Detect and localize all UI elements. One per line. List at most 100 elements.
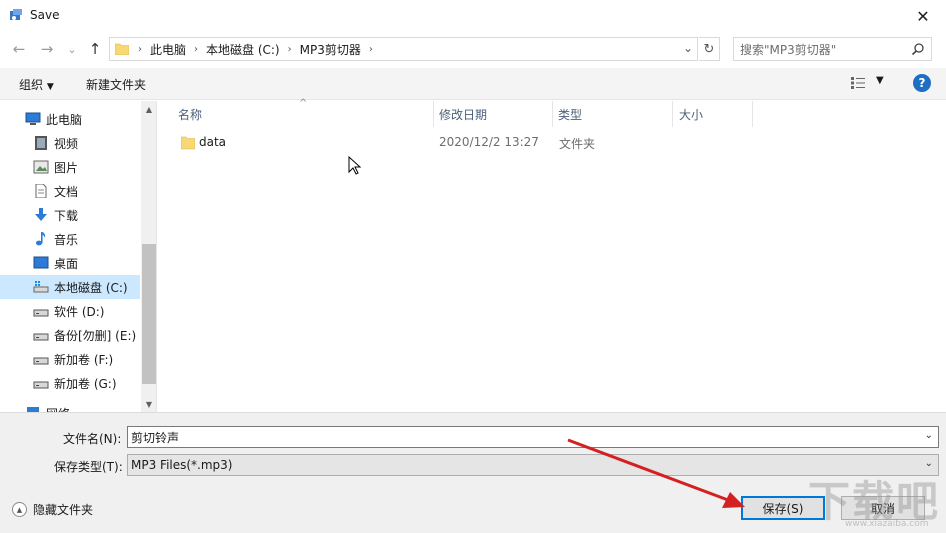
sidebar-item-label: 本地磁盘 (C:) bbox=[54, 280, 128, 295]
file-modified: 2020/12/2 13:27 bbox=[439, 135, 539, 149]
save-label: 保存(S) bbox=[762, 501, 804, 516]
video-icon bbox=[35, 136, 47, 150]
sidebar-item-drive-g[interactable]: 新加卷 (G:) bbox=[0, 371, 140, 395]
sidebar-item-pictures[interactable]: 图片 bbox=[0, 155, 140, 179]
window-title: Save bbox=[30, 8, 60, 22]
recent-locations-button[interactable]: ⌄ bbox=[61, 38, 83, 60]
chevron-down-icon: ⌄ bbox=[67, 42, 77, 56]
sidebar-item-label: 软件 (D:) bbox=[54, 304, 105, 319]
download-icon bbox=[35, 208, 47, 221]
mouse-cursor-icon bbox=[348, 156, 362, 175]
chevron-right-icon: › bbox=[287, 43, 292, 55]
refresh-icon: ↻ bbox=[703, 41, 715, 57]
drive-icon bbox=[33, 357, 49, 365]
navigation-pane: 此电脑 视频 图片 文档 下载 音乐 桌面 本地磁盘 (C:) 软件 (D:) … bbox=[0, 101, 157, 412]
breadcrumb-local-disk[interactable]: 本地磁盘 (C:) bbox=[201, 41, 285, 58]
up-arrow-icon: ↑ bbox=[88, 40, 102, 58]
close-button[interactable]: ✕ bbox=[900, 0, 946, 32]
sidebar-item-label: 网络 bbox=[46, 405, 70, 413]
desktop-icon bbox=[33, 256, 49, 269]
search-icon bbox=[911, 43, 924, 56]
file-type: 文件夹 bbox=[559, 137, 596, 151]
drive-icon bbox=[33, 333, 49, 341]
address-bar[interactable]: › 此电脑 › 本地磁盘 (C:) › MP3剪切器 › ⌄ bbox=[109, 37, 698, 61]
chevron-down-icon: ▼ bbox=[46, 82, 54, 92]
search-placeholder: 搜索"MP3剪切器" bbox=[740, 42, 837, 57]
search-input[interactable]: 搜索"MP3剪切器" bbox=[733, 37, 932, 61]
organize-label: 组织 bbox=[19, 78, 44, 92]
file-name: data bbox=[199, 135, 227, 149]
sidebar-item-this-pc[interactable]: 此电脑 bbox=[0, 107, 140, 131]
documents-icon bbox=[35, 184, 47, 198]
app-icon bbox=[10, 9, 22, 20]
title-bar: Save ✕ bbox=[0, 0, 946, 32]
close-icon: ✕ bbox=[916, 6, 930, 26]
navigation-scrollbar[interactable]: ▲ ▼ bbox=[141, 101, 156, 412]
pictures-icon bbox=[33, 160, 49, 174]
view-dropdown-icon[interactable]: ▼ bbox=[876, 75, 884, 86]
sidebar-item-network[interactable]: 网络 bbox=[0, 401, 140, 412]
up-button[interactable]: ↑ bbox=[84, 38, 106, 60]
view-mode-icon[interactable] bbox=[851, 77, 865, 89]
back-button[interactable]: ← bbox=[8, 38, 30, 60]
sidebar-item-label: 新加卷 (G:) bbox=[54, 376, 117, 391]
sidebar-item-desktop[interactable]: 桌面 bbox=[0, 251, 140, 275]
column-label: 名称 bbox=[178, 107, 203, 122]
chevron-right-icon: › bbox=[194, 43, 199, 55]
scroll-up-icon[interactable]: ▲ bbox=[141, 101, 156, 117]
sidebar-item-local-disk-c[interactable]: 本地磁盘 (C:) bbox=[0, 275, 140, 299]
computer-icon bbox=[25, 112, 41, 125]
sidebar-item-documents[interactable]: 文档 bbox=[0, 179, 140, 203]
sidebar-item-label: 图片 bbox=[54, 160, 79, 175]
sidebar-item-label: 新加卷 (F:) bbox=[54, 352, 114, 367]
column-header-modified[interactable]: 修改日期 bbox=[434, 101, 553, 127]
chevron-down-icon[interactable]: ⌄ bbox=[925, 430, 933, 441]
filetype-value: MP3 Files(*.mp3) bbox=[131, 458, 233, 472]
chevron-up-icon: ▲ bbox=[12, 502, 27, 517]
save-form: 文件名(N): 剪切铃声 ⌄ 保存类型(T): MP3 Files(*.mp3)… bbox=[0, 412, 946, 533]
back-arrow-icon: ← bbox=[12, 40, 26, 58]
file-row[interactable]: data 2020/12/2 13:27 文件夹 bbox=[158, 132, 946, 154]
file-list: ^ 名称 修改日期 类型 大小 data 2020/12/2 13:27 文件夹 bbox=[158, 98, 946, 412]
command-bar: 组织 ▼ 新建文件夹 ▼ ? bbox=[0, 68, 946, 100]
new-folder-button[interactable]: 新建文件夹 bbox=[86, 76, 146, 93]
sidebar-item-music[interactable]: 音乐 bbox=[0, 227, 140, 251]
chevron-right-icon: › bbox=[368, 43, 373, 55]
folder-icon bbox=[181, 136, 195, 150]
sidebar-item-label: 视频 bbox=[54, 136, 79, 151]
watermark-url: www.xiazaiba.com bbox=[845, 519, 929, 529]
help-icon: ? bbox=[918, 76, 926, 90]
refresh-button[interactable]: ↻ bbox=[699, 37, 720, 61]
column-header-size[interactable]: 大小 bbox=[673, 101, 753, 127]
sidebar-item-label: 桌面 bbox=[54, 256, 79, 271]
music-icon bbox=[36, 232, 46, 246]
breadcrumb-mp3-cutter[interactable]: MP3剪切器 bbox=[295, 41, 366, 58]
column-header-type[interactable]: 类型 bbox=[553, 101, 673, 127]
address-dropdown-icon[interactable]: ⌄ bbox=[683, 41, 693, 55]
filename-value: 剪切铃声 bbox=[131, 430, 180, 445]
sidebar-item-drive-d[interactable]: 软件 (D:) bbox=[0, 299, 140, 323]
hide-folders-label: 隐藏文件夹 bbox=[33, 503, 94, 517]
filetype-label: 保存类型(T): bbox=[54, 460, 123, 474]
breadcrumb-this-pc[interactable]: 此电脑 bbox=[145, 41, 191, 58]
sidebar-item-downloads[interactable]: 下载 bbox=[0, 203, 140, 227]
scrollbar-thumb[interactable] bbox=[142, 244, 156, 384]
sidebar-item-drive-e[interactable]: 备份[勿删] (E:) bbox=[0, 323, 140, 347]
sidebar-item-videos[interactable]: 视频 bbox=[0, 131, 140, 155]
hide-folders-toggle[interactable]: ▲ 隐藏文件夹 bbox=[12, 501, 93, 518]
help-button[interactable]: ? bbox=[913, 74, 931, 92]
filename-label: 文件名(N): bbox=[63, 432, 122, 446]
filename-input[interactable]: 剪切铃声 ⌄ bbox=[127, 426, 939, 448]
sidebar-item-label: 音乐 bbox=[54, 232, 79, 247]
column-header-name[interactable]: 名称 bbox=[158, 101, 434, 127]
folder-icon bbox=[115, 43, 129, 55]
organize-button[interactable]: 组织 ▼ bbox=[19, 76, 54, 93]
forward-button[interactable]: → bbox=[36, 38, 58, 60]
sidebar-item-label: 下载 bbox=[54, 208, 79, 223]
column-label: 大小 bbox=[679, 107, 704, 122]
drive-c-icon bbox=[33, 281, 49, 293]
scroll-down-icon[interactable]: ▼ bbox=[141, 396, 156, 412]
chevron-right-icon: › bbox=[138, 43, 142, 55]
drive-icon bbox=[33, 381, 49, 389]
sidebar-item-drive-f[interactable]: 新加卷 (F:) bbox=[0, 347, 140, 371]
